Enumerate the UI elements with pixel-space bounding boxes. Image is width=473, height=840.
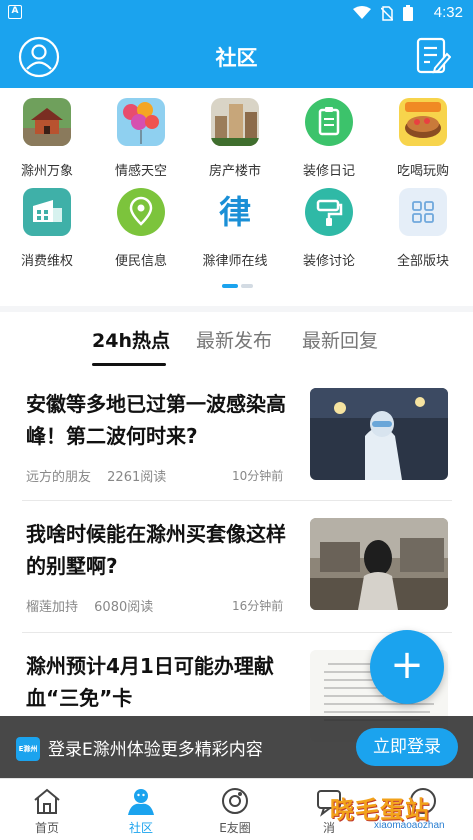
tab-e-friends[interactable]: E友圈 (188, 779, 282, 840)
divider (22, 500, 452, 501)
new-post-fab[interactable]: + (370, 630, 444, 704)
active-tab-underline (92, 363, 166, 366)
page-title: 社区 (215, 46, 258, 70)
feed-tabs: 24h热点 最新发布 最新回复 (0, 326, 473, 366)
tab-home[interactable]: 首页 (0, 779, 94, 840)
watermark-subtext: xiaomaoaozhan (374, 820, 445, 831)
board-zhuangxiu-riji[interactable]: 装修日记 (282, 88, 376, 179)
location-pin-icon (117, 188, 165, 236)
board-chuzhou-wanxiang[interactable]: 滁州万象 (0, 88, 94, 179)
wifi-icon (353, 6, 371, 19)
article-author: 远方的朋友 (26, 470, 92, 485)
article-time: 16分钟前 (232, 599, 284, 613)
board-zhuangxiu-taolun[interactable]: 装修讨论 (282, 178, 376, 269)
article-meta: 榴莲加持 6080阅读 (26, 596, 165, 615)
no-sim-icon (381, 5, 393, 21)
tab-latest-replies[interactable]: 最新回复 (302, 326, 378, 353)
divider (22, 632, 452, 633)
page-indicator (222, 284, 253, 288)
board-label: 吃喝玩购 (396, 164, 449, 179)
site-watermark: 晓毛蛋站 xiaomaoaozhan (330, 786, 470, 840)
status-bar: A 4:32 (0, 0, 473, 26)
article-reads: 2261阅读 (107, 470, 167, 485)
planet-icon (222, 788, 248, 814)
article-time: 10分钟前 (232, 469, 284, 483)
tab-community[interactable]: 社区 (94, 779, 188, 840)
lawyer-icon: 律 (211, 188, 259, 236)
board-fangchan-loushi[interactable]: 房产楼市 (188, 88, 282, 179)
page-dot-active (222, 284, 238, 288)
article-meta: 远方的朋友 2261阅读 (26, 466, 178, 485)
tab-label: 社区 (128, 821, 153, 835)
article-title: 我啥时候能在滁州买套像这样的别墅啊? (26, 522, 286, 578)
feed-section: 24h热点 最新发布 最新回复 安徽等多地已过第一波感染高峰！第二波何时来? 远… (0, 312, 473, 782)
article-reads: 6080阅读 (94, 600, 154, 615)
tab-label: E友圈 (219, 821, 251, 835)
tab-latest-posts[interactable]: 最新发布 (196, 326, 272, 353)
article-thumbnail (310, 388, 448, 480)
clipboard-icon (305, 98, 353, 146)
article-item[interactable]: 安徽等多地已过第一波感染高峰！第二波何时来? 远方的朋友 2261阅读 10分钟… (0, 380, 473, 514)
board-chihe-wangou[interactable]: 吃喝玩购 (376, 88, 470, 179)
app-logo: E滁州 (16, 737, 40, 761)
login-banner: E滁州 登录E滁州体验更多精彩内容 立即登录 (0, 716, 473, 778)
pagoda-photo-icon (23, 98, 71, 146)
article-item[interactable]: 我啥时候能在滁州买套像这样的别墅啊? 榴莲加持 6080阅读 16分钟前 (0, 510, 473, 644)
board-label: 滁州万象 (20, 164, 73, 179)
buildings-photo-icon (211, 98, 259, 146)
edit-note-icon (416, 37, 452, 74)
board-label: 全部版块 (396, 254, 449, 269)
board-label: 消费维权 (20, 254, 73, 269)
board-bianmin-xinxi[interactable]: 便民信息 (94, 178, 188, 269)
board-xiaofei-weiquan[interactable]: 消费维权 (0, 178, 94, 269)
paint-roller-icon (305, 188, 353, 236)
community-icon (128, 789, 154, 815)
board-label: 情感天空 (114, 164, 167, 179)
article-thumbnail (310, 518, 448, 610)
board-grid: 滁州万象 情感天空 房产楼市 装修日记 吃喝玩购 消费维权 便民信息 律 滁律师… (0, 88, 473, 306)
board-label: 装修讨论 (302, 254, 355, 269)
board-lvshi-zaixian[interactable]: 律 滁律师在线 (188, 178, 282, 269)
home-icon (34, 788, 60, 814)
shield-building-icon (23, 188, 71, 236)
battery-icon (403, 5, 413, 21)
article-title: 安徽等多地已过第一波感染高峰！第二波何时来? (26, 392, 286, 448)
board-label: 滁律师在线 (202, 254, 268, 269)
compose-post-button[interactable] (415, 36, 452, 76)
board-label: 便民信息 (114, 254, 167, 269)
lawyer-glyph: 律 (218, 193, 251, 231)
app-header: 社区 (0, 26, 473, 88)
balloons-photo-icon (117, 98, 165, 146)
board-qinggan-tiankong[interactable]: 情感天空 (94, 88, 188, 179)
tab-24h-hot[interactable]: 24h热点 (92, 326, 170, 353)
login-prompt-text: 登录E滁州体验更多精彩内容 (48, 740, 263, 760)
grid-icon (399, 188, 447, 236)
board-all[interactable]: 全部版块 (376, 178, 470, 269)
board-label: 装修日记 (302, 164, 355, 179)
article-author: 榴莲加持 (26, 600, 79, 615)
food-photo-icon (399, 98, 447, 146)
notification-a-icon: A (8, 5, 22, 19)
tab-label: 首页 (34, 821, 59, 835)
board-label: 房产楼市 (208, 164, 261, 179)
page-dot (241, 284, 253, 288)
login-button[interactable]: 立即登录 (356, 728, 458, 766)
article-title: 滁州预计4月1日可能办理献血“三免”卡 (26, 654, 274, 710)
clock: 4:32 (433, 4, 463, 21)
